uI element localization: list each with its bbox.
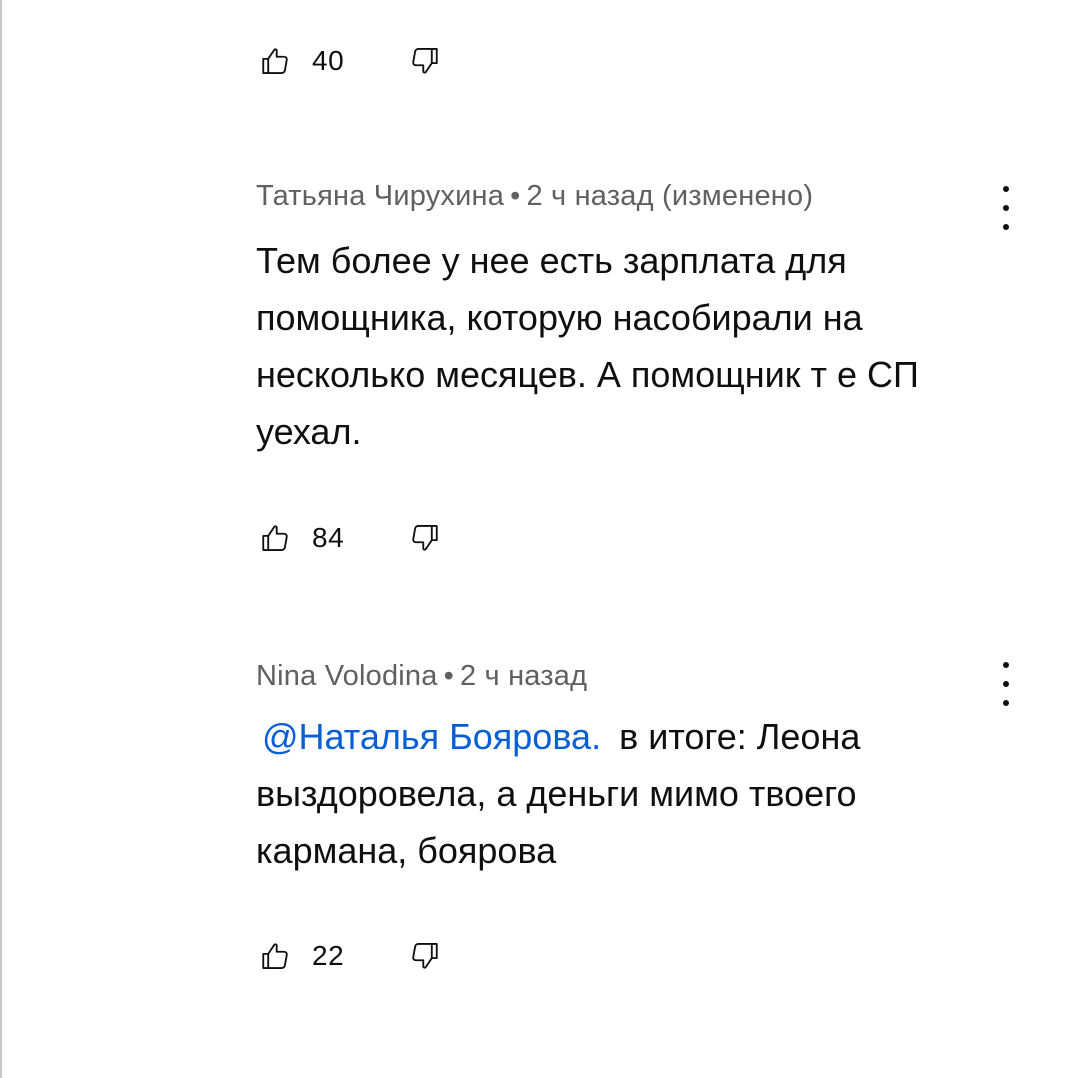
thumbs-down-icon [412, 943, 438, 969]
mention-link[interactable]: @Наталья Боярова. [262, 716, 601, 757]
comment-actions: 22 [256, 936, 444, 976]
comment-author[interactable]: Татьяна Чирухина [256, 180, 504, 212]
comment-menu-button[interactable] [992, 186, 1020, 230]
like-button[interactable] [256, 41, 296, 81]
dislike-button[interactable] [404, 518, 444, 558]
more-vert-dot [1003, 205, 1009, 211]
more-vert-dot [1003, 700, 1009, 706]
like-count: 40 [312, 45, 345, 76]
thumbs-up-icon [262, 48, 288, 74]
comment-header: Nina Volodina • 2 ч назад [256, 660, 587, 693]
comment-time[interactable]: 2 ч назад [460, 660, 587, 692]
like-count: 22 [312, 940, 345, 971]
left-divider [0, 0, 2, 1078]
thumbs-down-icon [412, 48, 438, 74]
comment-text: Тем более у нее есть зарплата для помощн… [256, 240, 919, 452]
like-count: 84 [312, 522, 345, 553]
thumbs-up-icon [262, 525, 288, 551]
comment-author[interactable]: Nina Volodina [256, 660, 438, 692]
comment-text: @Наталья Боярова. в итоге: Леона выздоров… [256, 708, 976, 879]
meta-separator: • [443, 660, 454, 692]
more-vert-icon [1003, 186, 1009, 192]
more-vert-dot [1003, 224, 1009, 230]
more-vert-dot [1003, 681, 1009, 687]
comment-actions: 84 [256, 518, 444, 558]
dislike-button[interactable] [404, 936, 444, 976]
comment-header: Татьяна Чирухина • 2 ч назад (изменено) [256, 180, 813, 213]
thumbs-down-icon [412, 525, 438, 551]
like-button[interactable] [256, 936, 296, 976]
like-button[interactable] [256, 518, 296, 558]
meta-separator: • [510, 180, 521, 212]
thumbs-up-icon [262, 943, 288, 969]
comment-menu-button[interactable] [992, 662, 1020, 706]
comment-time[interactable]: 2 ч назад (изменено) [526, 180, 813, 212]
more-vert-icon [1003, 662, 1009, 668]
dislike-button[interactable] [404, 41, 444, 81]
top-comment-actions: 40 [256, 41, 444, 81]
